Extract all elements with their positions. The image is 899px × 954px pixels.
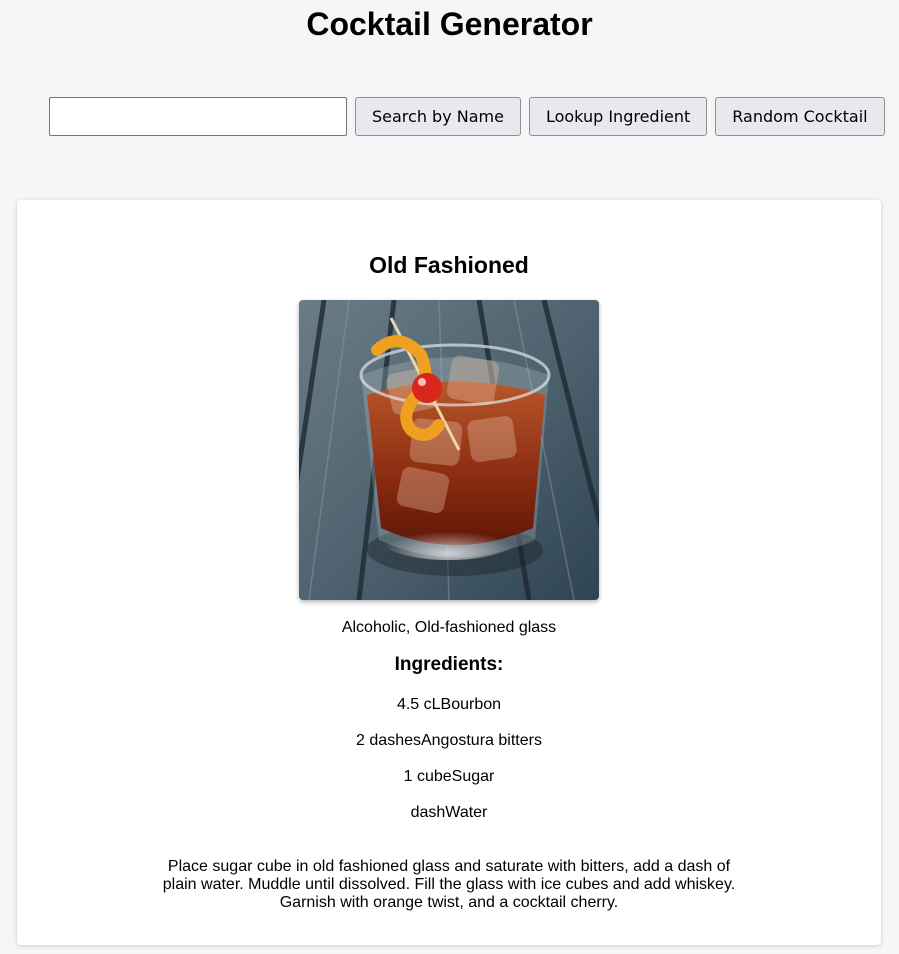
ingredient-item: 4.5 cLBourbon xyxy=(396,696,502,713)
cocktail-instructions: Place sugar cube in old fashioned glass … xyxy=(162,858,736,911)
cocktail-name: Old Fashioned xyxy=(369,252,529,278)
lookup-ingredient-button[interactable]: Lookup Ingredient xyxy=(528,97,708,136)
ingredient-item: 1 cubeSugar xyxy=(403,768,495,785)
cocktail-card: Old Fashioned Alcoholic, Old-fashioned g… xyxy=(17,200,881,945)
page-title: Cocktail Generator xyxy=(306,6,593,42)
ingredient-item: 2 dashesAngostura bitters xyxy=(356,732,542,749)
cocktail-image xyxy=(299,300,599,600)
cocktail-meta: Alcoholic, Old-fashioned glass xyxy=(341,619,557,636)
search-toolbar: Search by Name Lookup Ingredient Random … xyxy=(49,97,885,136)
ingredient-item: dashWater xyxy=(410,804,488,821)
search-by-name-button[interactable]: Search by Name xyxy=(355,97,521,136)
random-cocktail-button[interactable]: Random Cocktail xyxy=(715,97,885,136)
ingredients-heading: Ingredients: xyxy=(394,654,504,675)
search-input[interactable] xyxy=(49,97,347,136)
ingredient-list: 4.5 cLBourbon 2 dashesAngostura bitters … xyxy=(17,696,881,840)
